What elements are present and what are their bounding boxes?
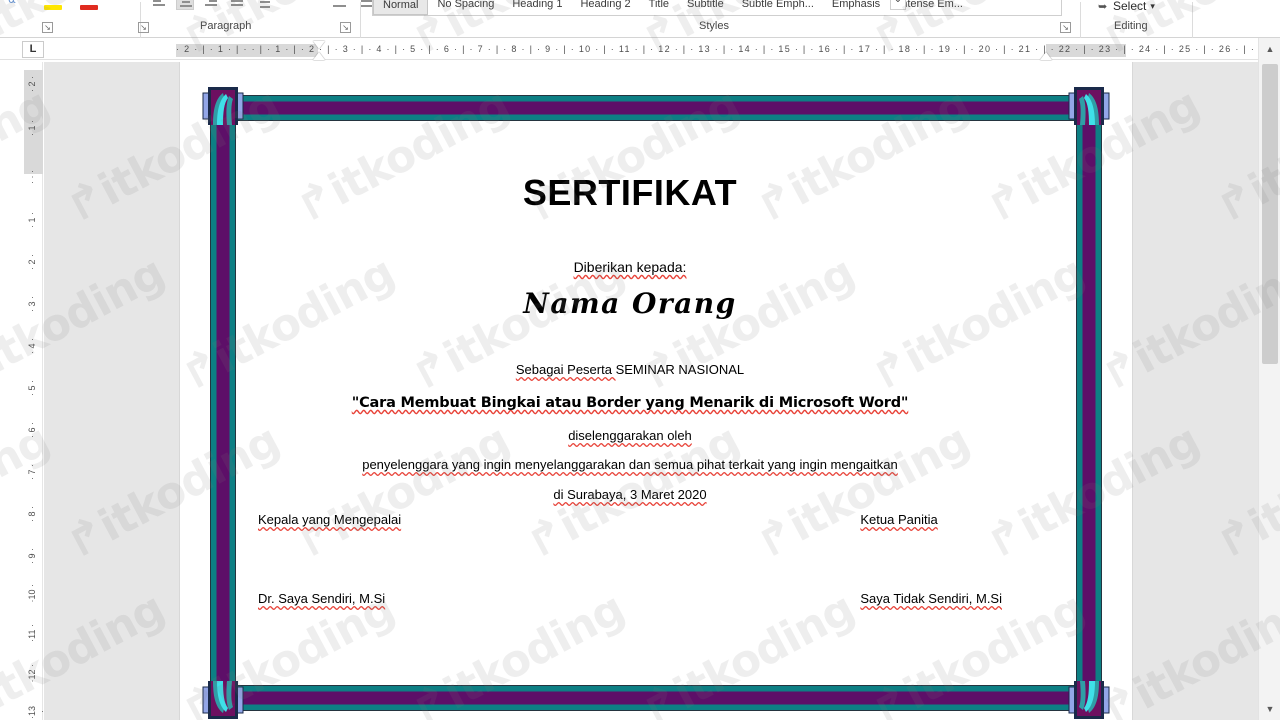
border-bar-right <box>1076 113 1102 693</box>
group-label-editing: Editing <box>1114 20 1148 32</box>
certificate-organizer-line: penyelenggara yang ingin menyelanggaraka… <box>362 457 898 472</box>
signature-title-right: Ketua Panitia <box>860 512 938 527</box>
corner-ornament-bottom-right <box>1068 681 1110 719</box>
border-bar-left <box>210 113 236 693</box>
first-line-indent-marker[interactable] <box>313 41 325 49</box>
certificate-role-event: SEMINAR NASIONAL <box>615 362 745 377</box>
chevron-down-icon: ▾ <box>1150 0 1155 11</box>
paragraph-group-launcher[interactable]: ↘ <box>138 22 149 33</box>
certificate-recipient-name: Nama Orang <box>523 287 737 320</box>
certificate-content[interactable]: SERTIFIKAT Diberikan kepada: Nama Orang … <box>240 122 1020 642</box>
scroll-down-icon[interactable]: ▼ <box>1260 699 1280 719</box>
vertical-ruler[interactable]: · 2 · · 1 · · · · · 1 · · 2 · · 3 · · 4 … <box>24 62 47 720</box>
signature-name-right: Saya Tidak Sendiri, M.Si <box>860 591 1002 606</box>
style-item-normal[interactable]: Normal <box>373 0 429 15</box>
certificate-place-date: di Surabaya, 3 Maret 2020 <box>553 487 707 502</box>
ribbon-controls-row: ⍺ <box>0 0 1280 18</box>
signature-block-left: Kepala yang Mengepalai Dr. Saya Sendiri,… <box>258 512 401 606</box>
right-indent-marker[interactable] <box>1040 52 1052 60</box>
style-item-subtitle[interactable]: Subtitle <box>678 0 733 15</box>
group-divider <box>360 2 361 38</box>
horizontal-ruler-marks: · 2 · | · 1 · | · · | · 1 · | · 2 · | · … <box>176 44 1272 54</box>
border-bar-top <box>226 95 1086 121</box>
certificate-signature-row: Kepala yang Mengepalai Dr. Saya Sendiri,… <box>240 512 1020 606</box>
signature-title-left: Kepala yang Mengepalai <box>258 512 402 527</box>
corner-ornament-top-right <box>1068 87 1110 125</box>
group-divider <box>1080 2 1081 38</box>
select-button[interactable]: ➥ Select ▾ <box>1098 0 1155 14</box>
style-item-title[interactable]: Title <box>640 0 678 15</box>
signature-name-left: Dr. Saya Sendiri, M.Si <box>258 591 386 606</box>
group-label-paragraph: Paragraph <box>200 20 252 32</box>
style-item-subtle-emphasis[interactable]: Subtle Emph... <box>733 0 823 15</box>
left-rail <box>0 38 24 720</box>
select-button-label: Select <box>1113 0 1147 13</box>
border-bar-bottom <box>226 685 1086 711</box>
certificate-role-prefix: Sebagai Peserta <box>515 362 616 377</box>
document-workspace[interactable]: SERTIFIKAT Diberikan kepada: Nama Orang … <box>44 62 1258 720</box>
vertical-ruler-marks: · 2 · · 1 · · · · · 1 · · 2 · · 3 · · 4 … <box>27 76 47 719</box>
signature-block-right: Ketua Panitia Saya Tidak Sendiri, M.Si <box>860 512 1002 606</box>
ribbon-group-labels: ↘ Paragraph ↘ ↘ Styles ↘ Editing ∧ <box>0 2 1280 52</box>
style-item-heading-1[interactable]: Heading 1 <box>503 0 571 15</box>
certificate-given-to-label: Diberikan kepada: <box>573 259 687 275</box>
align-right-icon[interactable] <box>202 0 220 10</box>
cursor-arrow-icon: ➥ <box>1098 1 1108 13</box>
ribbon: ⍺ <box>0 0 1280 52</box>
justify-icon[interactable] <box>228 0 246 10</box>
styles-group-launcher[interactable]: ↘ <box>1060 22 1071 33</box>
line-spacing-icon[interactable] <box>254 0 272 10</box>
align-center-icon[interactable] <box>176 0 194 10</box>
paragraph-align-icon-group <box>150 0 272 10</box>
text-effects-icon[interactable]: ⍺ <box>6 0 28 14</box>
text-highlight-color-icon[interactable] <box>42 0 64 14</box>
group-label-styles: Styles <box>699 20 729 32</box>
group-divider <box>1192 2 1193 38</box>
certificate-organized-by: diselenggarakan oleh <box>568 428 692 443</box>
font-group-launcher[interactable]: ↘ <box>42 22 53 33</box>
font-format-icon-group: ⍺ <box>6 0 100 14</box>
style-item-no-spacing[interactable]: No Spacing <box>428 0 503 15</box>
paragraph-shading-icon-group <box>330 0 376 10</box>
hanging-indent-marker[interactable] <box>313 52 325 60</box>
style-item-heading-2[interactable]: Heading 2 <box>571 0 639 15</box>
certificate-title: SERTIFIKAT <box>522 172 738 213</box>
scroll-up-icon[interactable]: ▲ <box>1260 39 1280 59</box>
font-color-icon[interactable] <box>78 0 100 14</box>
vertical-scrollbar[interactable]: ▲ ▼ <box>1258 38 1280 720</box>
document-page[interactable]: SERTIFIKAT Diberikan kepada: Nama Orang … <box>180 62 1132 720</box>
tab-stop-selector[interactable]: L <box>22 41 44 58</box>
style-item-emphasis[interactable]: Emphasis <box>823 0 889 15</box>
scrollbar-thumb[interactable] <box>1262 64 1278 364</box>
styles-gallery[interactable]: Normal No Spacing Heading 1 Heading 2 Ti… <box>372 0 1062 16</box>
corner-ornament-bottom-left <box>202 681 244 719</box>
corner-ornament-top-left <box>202 87 244 125</box>
certificate-role-line: Sebagai Peserta SEMINAR NASIONAL <box>240 362 1020 377</box>
paragraph-group-launcher-2[interactable]: ↘ <box>340 22 351 33</box>
word-application-window: ⍺ <box>0 0 1280 720</box>
certificate-event-title: "Cara Membuat Bingkai atau Border yang M… <box>351 395 909 411</box>
styles-gallery-more-icon[interactable]: ⌄ <box>890 0 906 10</box>
align-left-icon[interactable] <box>150 0 168 10</box>
shading-icon[interactable] <box>330 0 348 10</box>
